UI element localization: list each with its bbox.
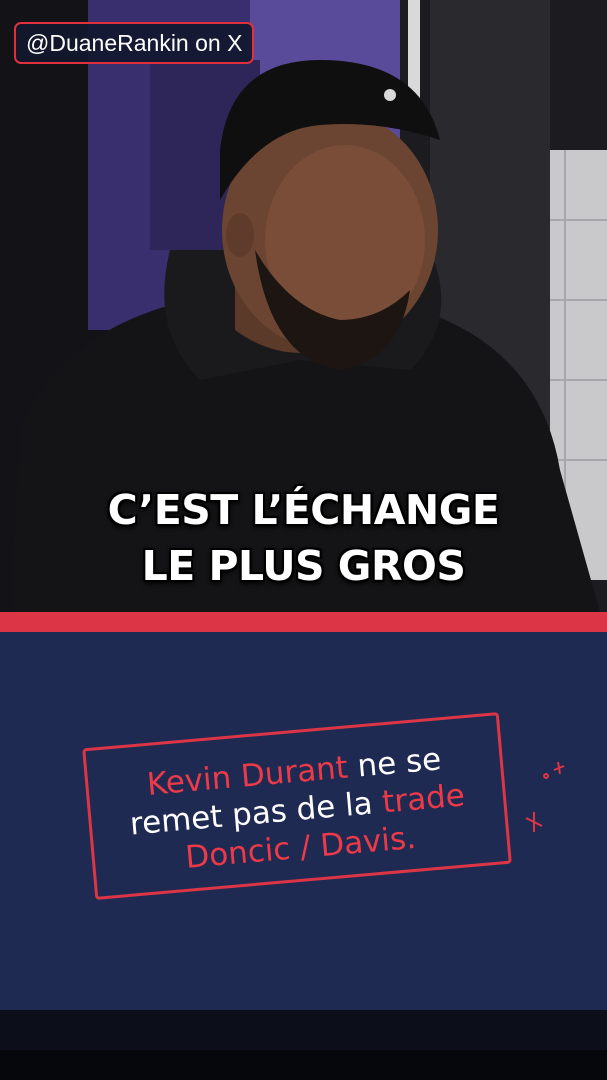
bottom-band	[0, 1010, 607, 1080]
subtitle-line-1: C’EST L’ÉCHANGE	[107, 486, 500, 534]
bottom-band-inner	[0, 1050, 607, 1080]
red-divider-stripe	[0, 612, 607, 632]
caption-panel: Kevin Durant ne se remet pas de la trade…	[0, 632, 607, 1010]
sparkle-decoration-icon	[525, 761, 565, 832]
caption-text: Kevin Durant ne se remet pas de la trade…	[87, 735, 507, 884]
caption-highlight-trade: trade	[380, 777, 467, 821]
video-subtitle: C’EST L’ÉCHANGE LE PLUS GROS	[0, 482, 607, 594]
video-frame: @DuaneRankin on X C’EST L’ÉCHANGE LE PLU…	[0, 0, 607, 612]
caption-plain-1: ne se	[346, 741, 443, 786]
source-tag: @DuaneRankin on X	[14, 22, 255, 64]
source-tag-label: @DuaneRankin on X	[26, 30, 243, 56]
subtitle-line-2: LE PLUS GROS	[141, 542, 466, 590]
caption-box: Kevin Durant ne se remet pas de la trade…	[82, 712, 512, 900]
